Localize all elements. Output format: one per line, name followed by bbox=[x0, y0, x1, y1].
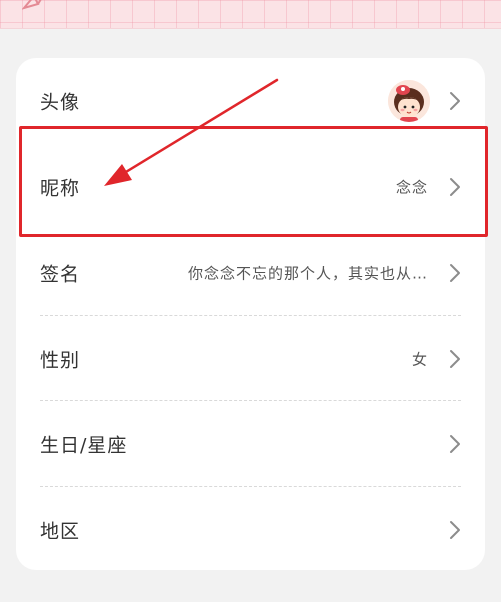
nickname-row[interactable]: 昵称 念念 bbox=[16, 144, 485, 230]
gender-row[interactable]: 性别 女 bbox=[16, 316, 485, 402]
chevron-right-icon bbox=[450, 264, 460, 282]
birthday-row[interactable]: 生日/星座 bbox=[16, 401, 485, 487]
birthday-label: 生日/星座 bbox=[40, 434, 128, 457]
chevron-right-icon bbox=[450, 92, 460, 110]
avatar-row[interactable]: 头像 bbox=[16, 58, 485, 144]
gender-value: 女 bbox=[411, 350, 428, 369]
cartoon-girl-avatar-icon bbox=[388, 80, 430, 122]
avatar-label: 头像 bbox=[40, 91, 81, 114]
nickname-value: 念念 bbox=[395, 178, 428, 197]
bow-decoration-icon bbox=[22, 0, 42, 10]
profile-settings-card: 头像 昵称 念念 签名 你念念不忘的那个人，其实也从… 性别 女 生日/星座 地… bbox=[16, 58, 485, 570]
chevron-right-icon bbox=[450, 521, 460, 539]
signature-row[interactable]: 签名 你念念不忘的那个人，其实也从… bbox=[16, 230, 485, 316]
gender-label: 性别 bbox=[40, 349, 81, 372]
region-label: 地区 bbox=[40, 520, 81, 543]
top-banner bbox=[0, 0, 501, 29]
signature-value: 你念念不忘的那个人，其实也从… bbox=[187, 264, 428, 283]
nickname-label: 昵称 bbox=[40, 177, 81, 200]
signature-label: 签名 bbox=[40, 263, 81, 286]
region-row[interactable]: 地区 bbox=[16, 487, 485, 573]
chevron-right-icon bbox=[450, 350, 460, 368]
avatar[interactable] bbox=[388, 80, 430, 122]
chevron-right-icon bbox=[450, 435, 460, 453]
chevron-right-icon bbox=[450, 178, 460, 196]
